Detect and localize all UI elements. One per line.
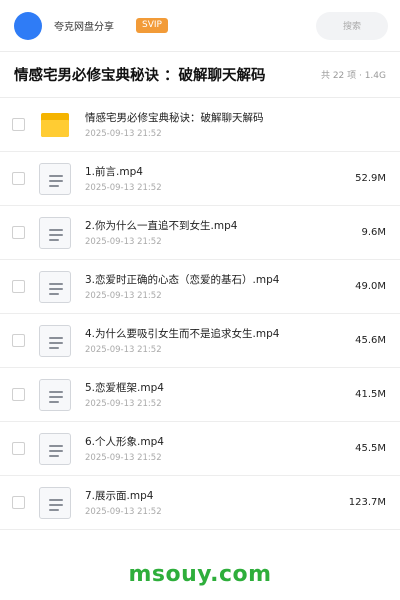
document-icon bbox=[38, 486, 72, 520]
file-name: 情感宅男必修宝典秘诀：破解聊天解码 bbox=[85, 111, 264, 124]
row-checkbox[interactable] bbox=[12, 334, 25, 347]
list-item[interactable]: 情感宅男必修宝典秘诀：破解聊天解码 2025-09-13 21:52 bbox=[0, 98, 400, 152]
file-name: 7.展示面.mp4 bbox=[85, 489, 154, 502]
file-date: 2025-09-13 21:52 bbox=[85, 128, 162, 139]
file-date: 2025-09-13 21:52 bbox=[85, 236, 162, 247]
file-size: 123.7M bbox=[348, 497, 386, 508]
file-name: 4.为什么要吸引女生而不是追求女生.mp4 bbox=[85, 327, 280, 340]
file-date: 2025-09-13 21:52 bbox=[85, 182, 162, 193]
file-size: 52.9M bbox=[355, 173, 386, 184]
document-icon bbox=[38, 162, 72, 196]
row-checkbox[interactable] bbox=[12, 226, 25, 239]
list-item[interactable]: 3.恋爱时正确的心态（恋爱的基石）.mp4 2025-09-13 21:52 4… bbox=[0, 260, 400, 314]
document-icon bbox=[38, 432, 72, 466]
svip-badge: SVIP bbox=[136, 18, 168, 33]
share-title: 夸克网盘分享 bbox=[54, 22, 114, 33]
row-checkbox[interactable] bbox=[12, 172, 25, 185]
file-name: 2.你为什么一直追不到女生.mp4 bbox=[85, 219, 238, 232]
item-count-meta: 共 22 项 · 1.4G bbox=[320, 71, 386, 81]
page-title: 情感宅男必修宝典秘诀 ：破解聊天解码 bbox=[14, 68, 266, 84]
document-icon bbox=[38, 270, 72, 304]
folder-icon bbox=[38, 108, 72, 142]
file-name: 1.前言.mp4 bbox=[85, 165, 143, 178]
row-checkbox[interactable] bbox=[12, 280, 25, 293]
file-date: 2025-09-13 21:52 bbox=[85, 398, 162, 409]
file-date: 2025-09-13 21:52 bbox=[85, 452, 162, 463]
list-item[interactable]: 5.恋爱框架.mp4 2025-09-13 21:52 41.5M bbox=[0, 368, 400, 422]
file-size: 45.6M bbox=[355, 335, 386, 346]
file-list: 情感宅男必修宝典秘诀：破解聊天解码 2025-09-13 21:52 1.前言.… bbox=[0, 98, 400, 530]
file-name: 5.恋爱框架.mp4 bbox=[85, 381, 164, 394]
file-size: 49.0M bbox=[355, 281, 386, 292]
row-checkbox[interactable] bbox=[12, 118, 25, 131]
file-date: 2025-09-13 21:52 bbox=[85, 506, 162, 517]
search-input[interactable]: 搜索 bbox=[316, 11, 388, 40]
file-size: 41.5M bbox=[355, 389, 386, 400]
avatar[interactable] bbox=[14, 11, 42, 40]
document-icon bbox=[38, 324, 72, 358]
row-checkbox[interactable] bbox=[12, 442, 25, 455]
list-item[interactable]: 2.你为什么一直追不到女生.mp4 2025-09-13 21:52 9.6M bbox=[0, 206, 400, 260]
list-item[interactable]: 4.为什么要吸引女生而不是追求女生.mp4 2025-09-13 21:52 4… bbox=[0, 314, 400, 368]
watermark: msouy.com bbox=[128, 562, 272, 587]
title-row: 情感宅男必修宝典秘诀 ：破解聊天解码 共 22 项 · 1.4G bbox=[0, 52, 400, 98]
row-checkbox[interactable] bbox=[12, 388, 25, 401]
file-size: 9.6M bbox=[361, 227, 386, 238]
file-date: 2025-09-13 21:52 bbox=[85, 344, 162, 355]
top-bar: 夸克网盘分享 SVIP 搜索 bbox=[0, 0, 400, 52]
list-item[interactable]: 6.个人形象.mp4 2025-09-13 21:52 45.5M bbox=[0, 422, 400, 476]
file-name: 6.个人形象.mp4 bbox=[85, 435, 164, 448]
document-icon bbox=[38, 378, 72, 412]
document-icon bbox=[38, 216, 72, 250]
row-checkbox[interactable] bbox=[12, 496, 25, 509]
file-date: 2025-09-13 21:52 bbox=[85, 290, 162, 301]
list-item[interactable]: 7.展示面.mp4 2025-09-13 21:52 123.7M bbox=[0, 476, 400, 530]
file-size: 45.5M bbox=[355, 443, 386, 454]
file-name: 3.恋爱时正确的心态（恋爱的基石）.mp4 bbox=[85, 273, 280, 286]
list-item[interactable]: 1.前言.mp4 2025-09-13 21:52 52.9M bbox=[0, 152, 400, 206]
